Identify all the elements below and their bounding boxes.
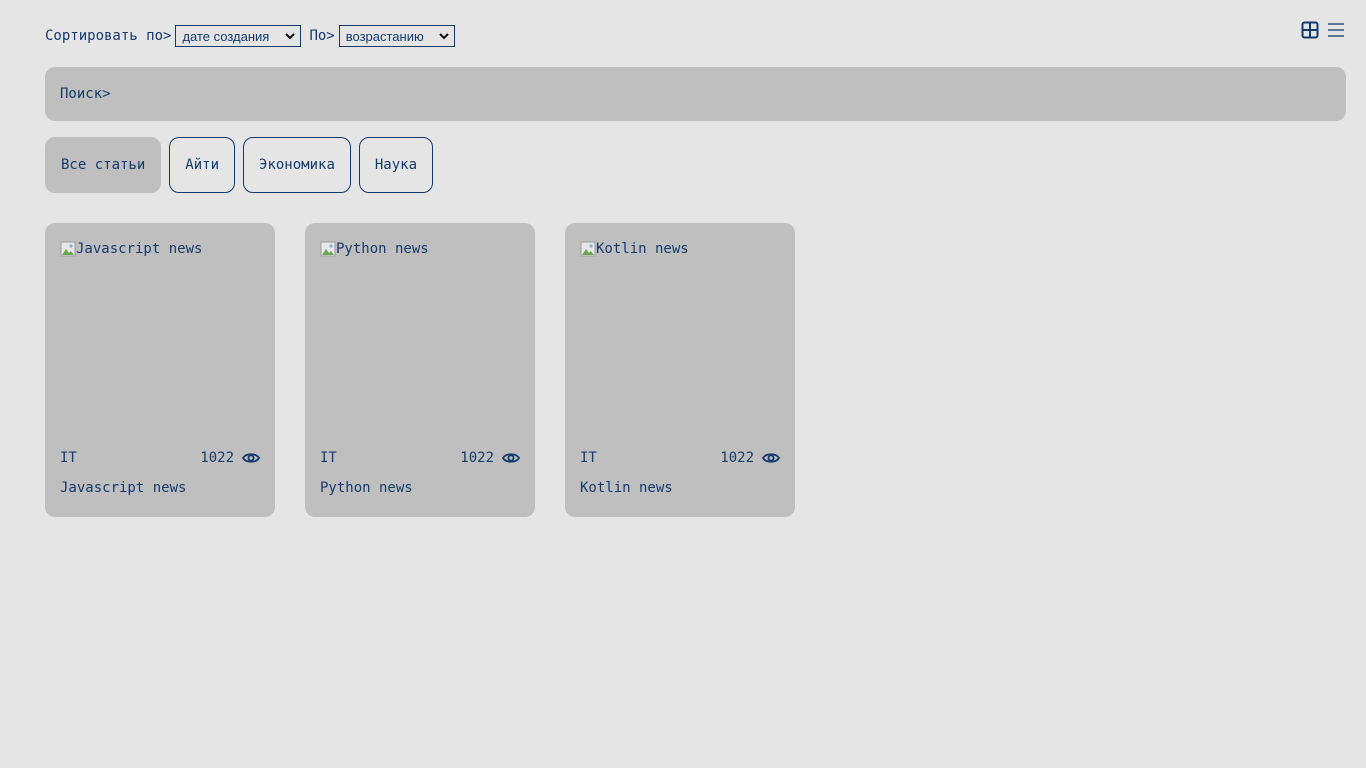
eye-icon — [762, 449, 780, 467]
sort-field-value: дате создания — [182, 28, 270, 44]
sort-by-label: Сортировать по> — [45, 28, 172, 44]
filter-science[interactable]: Наука — [358, 137, 434, 193]
article-title: Python news — [320, 480, 413, 496]
grid-view-icon — [1301, 21, 1319, 43]
sort-order-select[interactable]: возрастанию — [338, 25, 455, 47]
filter-it[interactable]: Айти — [169, 137, 236, 193]
article-view-count: 1022 — [460, 450, 494, 466]
chevron-down-icon — [284, 30, 296, 42]
view-toggle — [1300, 21, 1346, 43]
sort-order-label: По> — [309, 28, 335, 44]
filter-all-articles[interactable]: Все статьи — [45, 137, 162, 193]
article-image-alt: Kotlin news — [596, 241, 689, 257]
grid-view-button[interactable] — [1300, 21, 1320, 43]
article-image: Kotlin news — [580, 238, 780, 260]
filter-economics[interactable]: Экономика — [243, 137, 351, 193]
eye-icon — [242, 449, 260, 467]
broken-image-icon — [60, 241, 76, 257]
article-title: Kotlin news — [580, 480, 673, 496]
article-category: IT — [320, 450, 337, 466]
broken-image-icon — [320, 241, 336, 257]
article-meta: IT 1022 — [320, 448, 520, 468]
article-title: Javascript news — [60, 480, 187, 496]
article-image: Javascript news — [60, 238, 260, 260]
chevron-down-icon — [438, 30, 450, 42]
article-list: Javascript news IT 1022 Javascript news — [45, 223, 795, 517]
article-view-count: 1022 — [200, 450, 234, 466]
article-card[interactable]: Javascript news IT 1022 Javascript news — [45, 223, 275, 517]
article-views: 1022 — [200, 449, 260, 467]
article-meta: IT 1022 — [60, 448, 260, 468]
category-filters: Все статьи Айти Экономика Наука — [45, 137, 434, 193]
sort-bar: Сортировать по> дате создания По> возрас… — [45, 24, 455, 48]
article-views: 1022 — [720, 449, 780, 467]
broken-image-icon — [580, 241, 596, 257]
filter-label: Все статьи — [61, 157, 146, 173]
article-card[interactable]: Kotlin news IT 1022 Kotlin news — [565, 223, 795, 517]
filter-label: Наука — [374, 157, 418, 173]
article-views: 1022 — [460, 449, 520, 467]
search-placeholder: Поиск> — [60, 86, 111, 102]
article-image-alt: Javascript news — [76, 241, 203, 257]
filter-label: Экономика — [259, 157, 335, 173]
filter-label: Айти — [185, 157, 220, 173]
article-category: IT — [580, 450, 597, 466]
search-input[interactable]: Поиск> — [45, 67, 1346, 121]
sort-field-select[interactable]: дате создания — [175, 25, 302, 47]
article-view-count: 1022 — [720, 450, 754, 466]
article-meta: IT 1022 — [580, 448, 780, 468]
eye-icon — [502, 449, 520, 467]
list-view-button[interactable] — [1326, 22, 1346, 42]
article-card[interactable]: Python news IT 1022 Python news — [305, 223, 535, 517]
article-image-alt: Python news — [336, 241, 429, 257]
article-image: Python news — [320, 238, 520, 260]
sort-order-value: возрастанию — [345, 28, 424, 44]
article-category: IT — [60, 450, 77, 466]
list-view-icon — [1327, 21, 1345, 43]
